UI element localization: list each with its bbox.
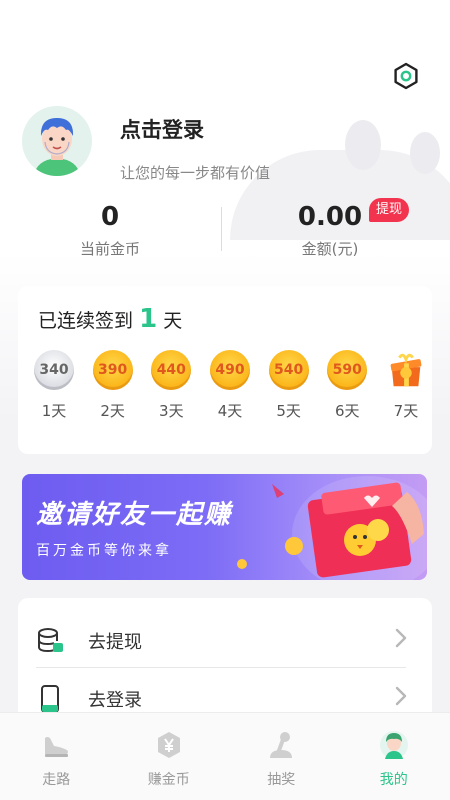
- checkin-day[interactable]: 7天: [382, 350, 430, 421]
- coins-stat[interactable]: 0 当前金币: [60, 202, 160, 259]
- banner-title: 邀请好友一起赚: [36, 500, 233, 530]
- settings-button[interactable]: [392, 62, 420, 90]
- tab-earn[interactable]: 赚金币: [113, 713, 226, 800]
- login-title[interactable]: 点击登录: [120, 114, 204, 144]
- day-label: 7天: [393, 402, 419, 420]
- invite-banner[interactable]: 邀请好友一起赚 百万金币等你来拿: [22, 474, 427, 580]
- chevron-right-icon: [394, 627, 408, 655]
- yuan-shield-icon: [152, 729, 186, 761]
- coin-icon: 590: [327, 350, 368, 390]
- bottom-tab-bar: 走路 赚金币 抽奖 我的: [0, 712, 450, 800]
- checkin-prefix: 已连续签到: [38, 310, 134, 332]
- checkin-day[interactable]: 540 5天: [265, 350, 313, 421]
- decorative-tree: [345, 120, 381, 170]
- tab-mine[interactable]: 我的: [338, 713, 450, 800]
- menu-divider: [36, 667, 406, 668]
- avatar-boy-icon: [34, 118, 80, 176]
- decorative-tree: [410, 132, 440, 174]
- phone-icon: [34, 683, 66, 715]
- checkin-title: 已连续签到 1 天: [38, 304, 182, 334]
- tab-lottery[interactable]: 抽奖: [225, 713, 338, 800]
- amount-value: 0.00: [297, 202, 363, 232]
- menu-item-label: 去登录: [88, 690, 142, 711]
- tab-label: 抽奖: [267, 772, 296, 788]
- checkin-card: 已连续签到 1 天 340 1天 390 2天 440 3天 490 4天 54…: [18, 286, 432, 454]
- withdraw-badge[interactable]: 提现: [369, 198, 410, 222]
- checkin-day[interactable]: 390 2天: [89, 350, 137, 421]
- checkin-day[interactable]: 340 1天: [30, 350, 78, 421]
- checkin-suffix: 天: [163, 310, 183, 332]
- wallet-database-icon: [34, 625, 66, 657]
- coin-icon: 440: [151, 350, 192, 390]
- checkin-day[interactable]: 590 6天: [323, 350, 371, 421]
- chevron-right-icon: [394, 685, 408, 713]
- menu-item-label: 去提现: [88, 632, 142, 653]
- coins-label: 当前金币: [79, 240, 140, 258]
- tab-label: 赚金币: [147, 772, 190, 788]
- banner-subtitle: 百万金币等你来拿: [36, 543, 172, 559]
- coin-icon: 540: [268, 350, 309, 390]
- settings-gear-icon: [394, 62, 418, 90]
- checkin-days: 1: [139, 304, 158, 334]
- checkin-coin-list: 340 1天 390 2天 440 3天 490 4天 540 5天 590 6…: [30, 350, 430, 421]
- tab-label: 我的: [379, 772, 408, 788]
- stats-divider: [221, 207, 222, 251]
- day-label: 1天: [41, 402, 67, 420]
- gift-box-icon: [386, 350, 426, 390]
- login-subtitle: 让您的每一步都有价值: [120, 164, 271, 182]
- coin-icon: 490: [209, 350, 250, 390]
- day-label: 5天: [276, 402, 301, 420]
- joystick-icon: [264, 729, 298, 761]
- menu-item-withdraw[interactable]: 去提现: [18, 612, 408, 670]
- coins-value: 0: [100, 202, 120, 232]
- coin-icon: 340: [34, 350, 74, 390]
- amount-stat[interactable]: 0.00 金额(元): [280, 202, 380, 259]
- avatar[interactable]: [22, 106, 92, 176]
- day-label: 3天: [159, 402, 184, 420]
- user-avatar-icon: [377, 729, 411, 761]
- checkin-day[interactable]: 490 4天: [206, 350, 254, 421]
- tab-label: 走路: [42, 772, 71, 788]
- checkin-day[interactable]: 440 3天: [147, 350, 195, 421]
- tab-walk[interactable]: 走路: [0, 713, 113, 800]
- day-label: 6天: [335, 402, 360, 420]
- coin-icon: 390: [92, 350, 133, 390]
- shoe-icon: [39, 729, 73, 761]
- amount-label: 金额(元): [301, 240, 359, 258]
- day-label: 2天: [100, 402, 125, 420]
- day-label: 4天: [217, 402, 243, 420]
